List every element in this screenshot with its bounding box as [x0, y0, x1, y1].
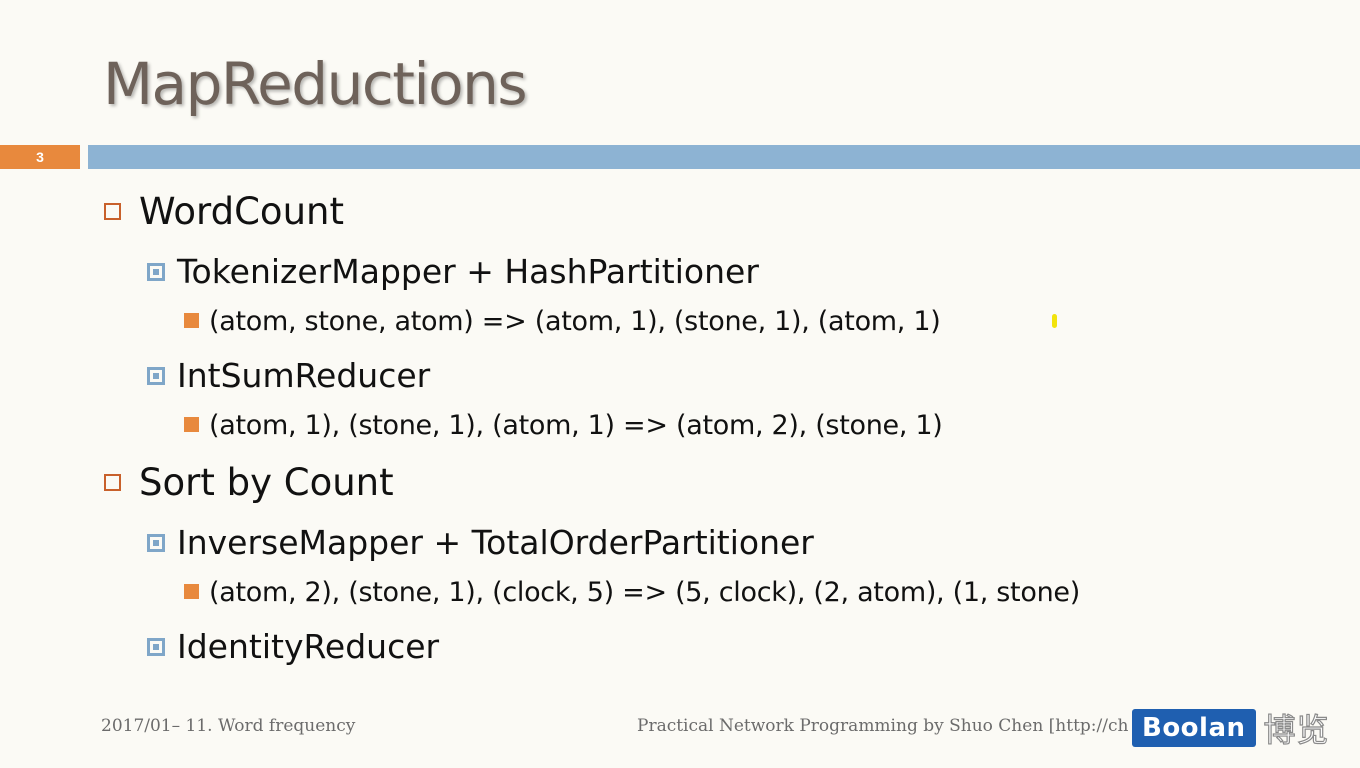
pointer-highlight-icon — [1052, 314, 1057, 328]
bullet-intsum-reducer: IntSumReducer — [147, 356, 430, 395]
bullet-sort-by-count: Sort by Count — [104, 461, 394, 504]
hollow-square-bullet-icon — [104, 203, 121, 220]
framed-square-bullet-icon — [147, 366, 165, 385]
bullet-wordcount-label: WordCount — [139, 190, 344, 233]
bullet-reducer-example-label: (atom, 1), (stone, 1), (atom, 1) => (ato… — [209, 410, 943, 441]
bullet-inverse-mapper-example-label: (atom, 2), (stone, 1), (clock, 5) => (5,… — [209, 577, 1080, 608]
watermark-chinese: 博览 — [1263, 710, 1330, 749]
bullet-tokenizer-mapper-label: TokenizerMapper + HashPartitioner — [177, 252, 759, 291]
filled-square-bullet-icon — [184, 417, 199, 432]
hollow-square-bullet-icon — [104, 474, 121, 491]
framed-square-bullet-icon — [147, 533, 165, 552]
filled-square-bullet-icon — [184, 584, 199, 599]
watermark-brand: Boolan — [1132, 709, 1256, 747]
bullet-sort-by-count-label: Sort by Count — [139, 461, 394, 504]
filled-square-bullet-icon — [184, 313, 199, 328]
slide-title: MapReductions — [103, 50, 528, 118]
bullet-identity-reducer-label: IdentityReducer — [177, 627, 440, 666]
bullet-inverse-mapper-example: (atom, 2), (stone, 1), (clock, 5) => (5,… — [184, 577, 1080, 608]
watermark-logo: Boolan 博览 — [1132, 708, 1330, 750]
footer-date-chapter: 2017/01– 11. Word frequency — [101, 716, 356, 736]
bullet-identity-reducer: IdentityReducer — [147, 627, 439, 666]
title-accent-bar — [88, 145, 1360, 169]
bullet-mapper-example: (atom, stone, atom) => (atom, 1), (stone… — [184, 306, 941, 337]
framed-square-bullet-icon — [147, 262, 165, 281]
bullet-reducer-example: (atom, 1), (stone, 1), (atom, 1) => (ato… — [184, 410, 943, 441]
bullet-mapper-example-label: (atom, stone, atom) => (atom, 1), (stone… — [209, 306, 941, 337]
bullet-tokenizer-mapper: TokenizerMapper + HashPartitioner — [147, 252, 759, 291]
bullet-wordcount: WordCount — [104, 190, 344, 233]
bullet-inverse-mapper-label: InverseMapper + TotalOrderPartitioner — [177, 523, 814, 562]
footer-course-credit: Practical Network Programming by Shuo Ch… — [637, 716, 1129, 736]
bullet-intsum-reducer-label: IntSumReducer — [177, 356, 431, 395]
slide-number: 3 — [0, 145, 80, 169]
framed-square-bullet-icon — [147, 637, 165, 656]
bullet-inverse-mapper: InverseMapper + TotalOrderPartitioner — [147, 523, 814, 562]
